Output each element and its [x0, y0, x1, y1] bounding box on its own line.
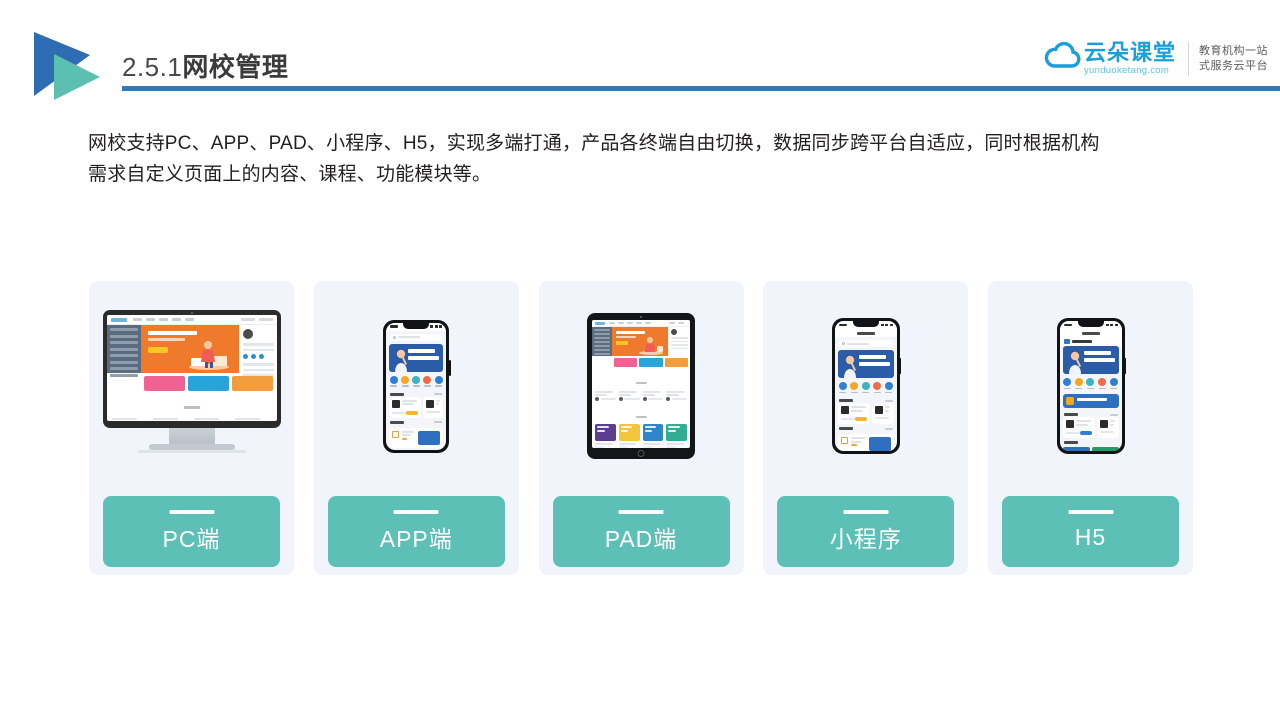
platform-chip-pad[interactable]: PAD端 — [552, 496, 730, 567]
platform-card-app[interactable]: APP端 — [313, 281, 519, 575]
platform-card-miniprogram[interactable]: 小程序 — [763, 281, 969, 575]
phone-icon — [383, 319, 451, 453]
brand-tagline-line1: 教育机构一站 — [1199, 45, 1268, 57]
slide-root: 2.5.1网校管理 云朵课堂 yunduoketang.com 教育机构一站 式… — [0, 0, 1280, 720]
body-copy: 网校支持PC、APP、PAD、小程序、H5，实现多端打通，产品各终端自由切换，数… — [88, 128, 1213, 190]
brand-name: 云朵课堂 — [1083, 40, 1176, 65]
platform-chip-miniprogram[interactable]: 小程序 — [777, 496, 955, 567]
brand-logo: 云朵课堂 yunduoketang.com 教育机构一站 式服务云平台 — [1043, 33, 1268, 85]
chip-dash-icon — [618, 510, 664, 514]
platform-card-pad[interactable]: PAD端 — [538, 281, 744, 575]
brand-tagline-line2: 式服务云平台 — [1199, 60, 1268, 72]
platform-label: PC端 — [162, 526, 221, 552]
platform-label: APP端 — [379, 526, 453, 552]
platform-label: 小程序 — [829, 526, 902, 552]
page-title: 2.5.1网校管理 — [122, 47, 288, 84]
phone-icon — [831, 318, 902, 454]
monitor-icon — [102, 310, 281, 462]
platform-card-pc[interactable]: PC端 — [89, 281, 294, 575]
chip-dash-icon — [393, 510, 439, 514]
brand-url: yunduoketang.com — [1083, 65, 1170, 76]
brand-separator — [1188, 42, 1189, 76]
platform-label: H5 — [1074, 523, 1107, 550]
platform-label: PAD端 — [604, 526, 678, 552]
device-illustration-desktop — [89, 281, 294, 491]
device-illustration-tablet — [539, 281, 744, 491]
double-triangle-play-logo-icon — [30, 30, 112, 102]
brand-tagline: 教育机构一站 式服务云平台 — [1199, 44, 1268, 74]
chip-dash-icon — [1068, 510, 1113, 514]
platform-chip-pc[interactable]: PC端 — [103, 496, 280, 567]
device-illustration-app — [314, 281, 519, 491]
brand-text-block: 云朵课堂 yunduoketang.com — [1084, 41, 1176, 77]
cloud-icon — [1043, 39, 1083, 79]
device-illustration-h5 — [988, 281, 1193, 491]
platform-card-h5[interactable]: H5 — [988, 281, 1193, 575]
slide-header: 2.5.1网校管理 云朵课堂 yunduoketang.com 教育机构一站 式… — [0, 0, 1280, 110]
phone-icon — [1056, 318, 1126, 454]
title-text: 网校管理 — [182, 52, 289, 82]
tablet-icon — [587, 313, 695, 459]
chip-dash-icon — [843, 510, 889, 514]
platform-chip-h5[interactable]: H5 — [1002, 496, 1179, 567]
device-illustration-miniprogram — [763, 281, 968, 491]
chip-dash-icon — [169, 510, 214, 514]
body-paragraph-1: 网校支持PC、APP、PAD、小程序、H5，实现多端打通，产品各终端自由切换，数… — [88, 133, 1100, 154]
body-paragraph-2: 需求自定义页面上的内容、课程、功能模块等。 — [88, 164, 492, 185]
platform-card-row: PC端 APP端 PAD端 小程序 H5 — [89, 281, 1193, 575]
platform-chip-app[interactable]: APP端 — [327, 496, 505, 567]
title-divider — [122, 86, 1280, 91]
title-number: 2.5.1 — [122, 52, 183, 82]
